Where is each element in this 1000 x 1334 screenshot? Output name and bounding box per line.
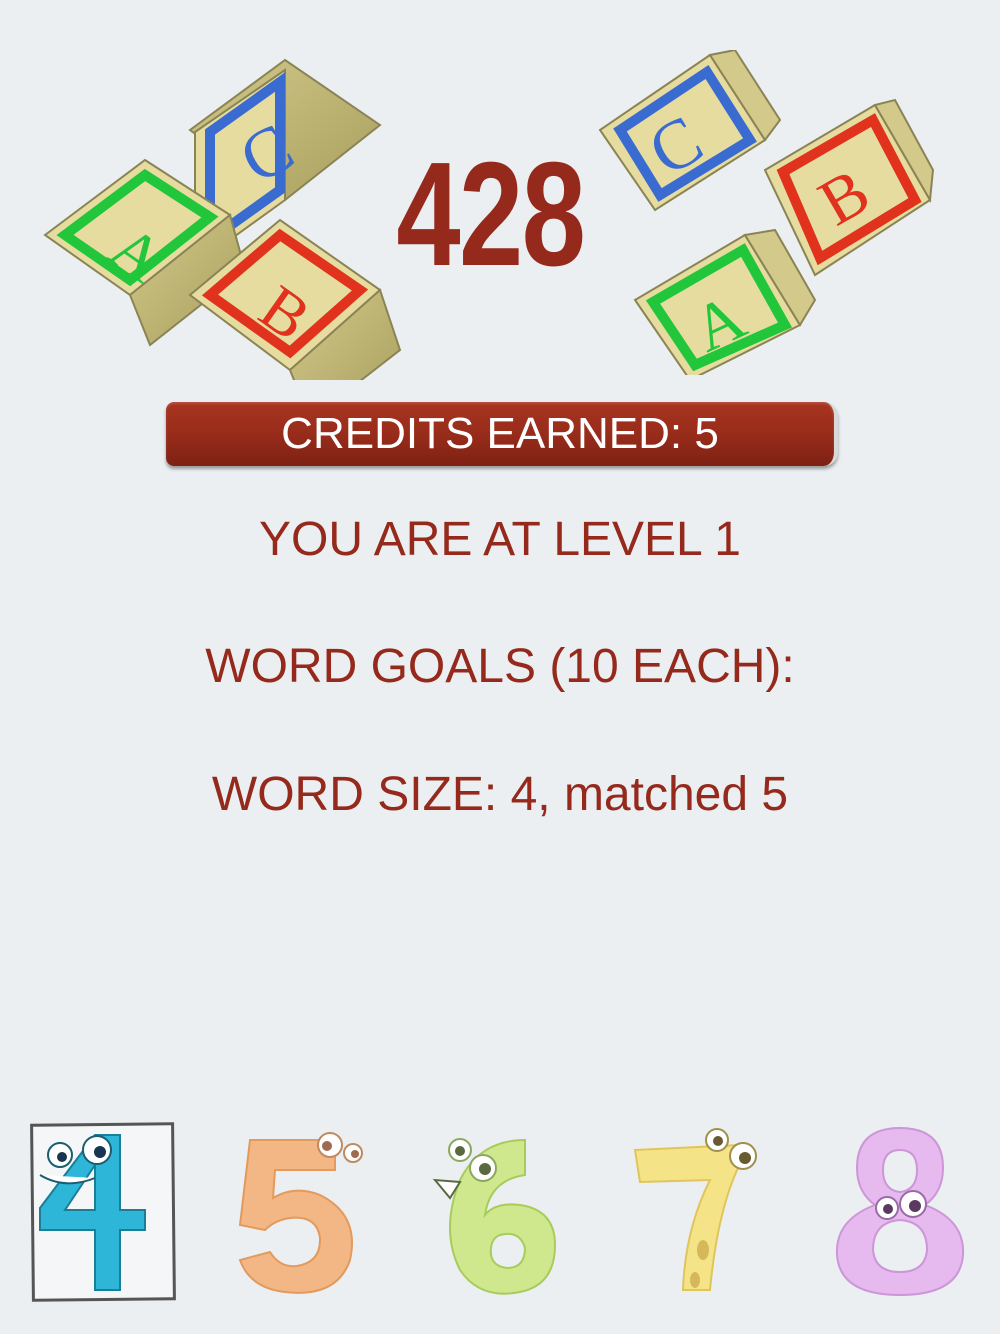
level-text: YOU ARE AT LEVEL 1 <box>258 513 741 566</box>
word-goals-text: WORD GOALS (10 EACH): <box>205 640 795 693</box>
digit-7-button[interactable] <box>625 1120 775 1300</box>
digit-5-button[interactable] <box>225 1120 375 1300</box>
abc-blocks-right: C B A <box>598 50 935 375</box>
digit-4-button[interactable]: 4 <box>25 1120 175 1300</box>
abc-blocks-left: C A B <box>43 58 402 380</box>
score-value: 428 <box>396 132 585 297</box>
digit-8-button[interactable] <box>825 1120 975 1300</box>
digit-6-button[interactable] <box>425 1120 575 1300</box>
block-a-icon: A <box>633 228 817 375</box>
credits-earned-banner: CREDITS EARNED: 5 <box>166 402 838 466</box>
block-c-icon: C <box>598 50 782 212</box>
word-size-text: WORD SIZE: 4, matched 5 <box>211 768 789 821</box>
block-b-icon: B <box>763 98 935 277</box>
